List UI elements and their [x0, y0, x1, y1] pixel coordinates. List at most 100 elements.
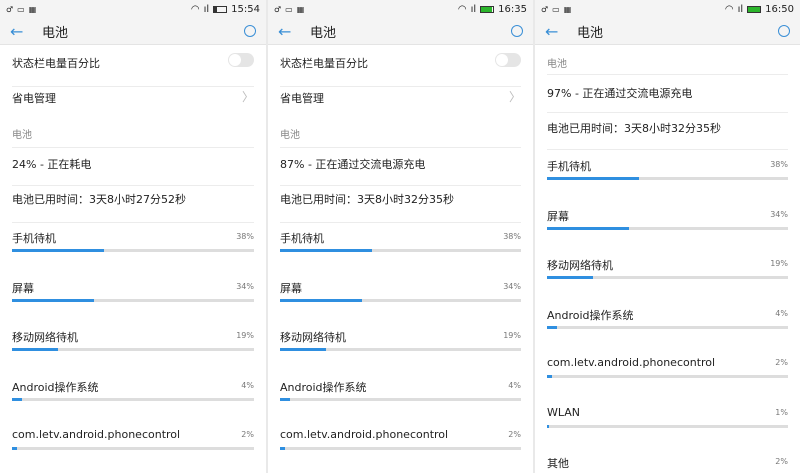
app-header: ← 电池	[0, 18, 266, 45]
signal-icon: ıl	[737, 3, 744, 15]
page-title: 电池	[42, 25, 69, 41]
wifi-icon: ◠	[457, 3, 467, 15]
power-management-item[interactable]: 省电管理 〉	[12, 90, 254, 120]
app-percent: 2%	[775, 358, 788, 367]
wifi-icon: ◠	[724, 3, 734, 15]
status-bar: ♂ ▭ ▦ ◠ ıl 15:54	[0, 0, 266, 18]
app-usage-item[interactable]: Android操作系统 4%	[280, 379, 521, 409]
back-arrow-icon[interactable]: ←	[10, 22, 36, 41]
image-icon: ▭	[552, 4, 560, 14]
app-name: com.letv.android.phonecontrol	[547, 356, 716, 369]
app-percent: 38%	[236, 232, 254, 241]
clock: 16:50	[765, 3, 794, 15]
image-icon: ▭	[285, 4, 293, 14]
setting-label: 状态栏电量百分比	[280, 57, 368, 70]
status-bar: ♂ ▭ ▦ ◠ ıl 16:35	[268, 0, 533, 18]
clock: 16:35	[498, 3, 527, 15]
usage-bar	[547, 424, 788, 428]
usage-bar	[12, 447, 254, 450]
wifi-icon: ◠	[190, 3, 200, 15]
battery-status: 24% - 正在耗电	[12, 156, 254, 186]
battery-used-time: 电池已用时间：3天8小时27分52秒	[12, 191, 254, 223]
app-usage-item[interactable]: 移动网络待机 19%	[12, 329, 254, 359]
app-percent: 38%	[503, 232, 521, 241]
image-icon: ▭	[17, 4, 25, 14]
status-bar-percent-setting[interactable]: 状态栏电量百分比	[280, 53, 521, 87]
notification-icon: ♂	[541, 4, 549, 14]
usage-bar	[280, 348, 521, 351]
app-name: 移动网络待机	[280, 331, 346, 344]
app-name: 移动网络待机	[547, 259, 613, 272]
app-name: Android操作系统	[12, 380, 99, 394]
app-usage-item[interactable]: 屏幕 34%	[547, 208, 788, 238]
app-name: Android操作系统	[280, 380, 367, 394]
app-name: com.letv.android.phonecontrol	[12, 428, 181, 441]
app-percent: 19%	[770, 259, 788, 268]
app-usage-item[interactable]: com.letv.android.phonecontrol 2%	[280, 428, 521, 458]
chevron-right-icon: 〉	[241, 90, 254, 104]
app-usage-item[interactable]: 移动网络待机 19%	[547, 257, 788, 287]
app-percent: 38%	[770, 160, 788, 169]
app-usage-item[interactable]: com.letv.android.phonecontrol 2%	[547, 356, 788, 386]
back-arrow-icon[interactable]: ←	[278, 22, 304, 41]
usage-bar	[547, 325, 788, 329]
app-percent: 1%	[775, 407, 788, 417]
app-usage-item[interactable]: 移动网络待机 19%	[280, 329, 521, 359]
app-usage-item[interactable]: Android操作系统 4%	[547, 307, 788, 337]
signal-icon: ıl	[203, 3, 210, 15]
usage-bar	[280, 298, 521, 302]
clock: 15:54	[231, 3, 260, 15]
setting-label: 省电管理	[12, 92, 56, 105]
app-usage-item[interactable]: Android操作系统 4%	[12, 379, 254, 409]
app-usage-item[interactable]: 其他 2%	[547, 455, 788, 473]
app-name: 其他	[547, 457, 569, 470]
battery-used-time: 电池已用时间：3天8小时32分35秒	[280, 191, 521, 223]
app-percent: 34%	[236, 281, 254, 291]
percent-toggle[interactable]	[228, 53, 254, 67]
app-usage-item[interactable]: 手机待机 38%	[12, 230, 254, 260]
battery-icon	[213, 5, 228, 13]
refresh-icon[interactable]	[244, 25, 256, 37]
app-usage-item[interactable]: 手机待机 38%	[280, 230, 521, 260]
notification-icon: ♂	[6, 4, 14, 14]
app-name: 手机待机	[12, 232, 56, 245]
percent-toggle[interactable]	[495, 53, 521, 67]
usage-bar	[280, 447, 521, 450]
app-usage-item[interactable]: 屏幕 34%	[12, 280, 254, 310]
setting-label: 状态栏电量百分比	[12, 57, 100, 70]
app-usage-item[interactable]: com.letv.android.phonecontrol 2%	[12, 428, 254, 458]
app-name: 屏幕	[547, 209, 569, 223]
app-name: 屏幕	[280, 281, 302, 295]
refresh-icon[interactable]	[511, 25, 523, 37]
setting-label: 省电管理	[280, 92, 324, 105]
app-usage-item[interactable]: 屏幕 34%	[280, 280, 521, 310]
battery-used-time: 电池已用时间：3天8小时32分35秒	[547, 120, 788, 150]
app-icon: ▦	[563, 4, 572, 14]
app-usage-item[interactable]: 手机待机 38%	[547, 158, 788, 188]
status-bar-percent-setting[interactable]: 状态栏电量百分比	[12, 53, 254, 87]
app-percent: 2%	[775, 457, 788, 466]
app-name: 屏幕	[12, 281, 34, 295]
section-header: 电池	[547, 55, 788, 75]
app-usage-item[interactable]: WLAN 1%	[547, 406, 788, 436]
battery-screen: ♂ ▭ ▦ ◠ ıl 15:54 ← 电池 状态栏电量百分比 省电管理 〉 电池 24%…	[0, 0, 266, 473]
battery-status: 87% - 正在通过交流电源充电	[280, 156, 521, 186]
refresh-icon[interactable]	[778, 25, 790, 37]
app-percent: 4%	[775, 308, 788, 318]
app-name: 移动网络待机	[12, 331, 78, 344]
battery-status: 97% - 正在通过交流电源充电	[547, 85, 788, 113]
power-management-item[interactable]: 省电管理 〉	[280, 90, 521, 120]
app-name: com.letv.android.phonecontrol	[280, 428, 449, 441]
usage-bar	[547, 375, 788, 378]
battery-icon	[480, 5, 495, 13]
back-arrow-icon[interactable]: ←	[545, 22, 571, 41]
usage-bar	[12, 249, 254, 252]
signal-icon: ıl	[470, 3, 477, 15]
usage-bar	[12, 397, 254, 401]
page-title: 电池	[310, 25, 337, 41]
screenshot-comparison: ♂ ▭ ▦ ◠ ıl 15:54 ← 电池 状态栏电量百分比 省电管理〉 电池 24%…	[0, 0, 800, 473]
battery-screen: ♂ ▭ ▦ ◠ ıl 16:35 ← 电池 状态栏电量百分比 省电管理 〉 电池 87%…	[268, 0, 533, 473]
app-name: Android操作系统	[547, 308, 634, 322]
usage-bar	[547, 226, 788, 230]
app-percent: 19%	[503, 331, 521, 340]
